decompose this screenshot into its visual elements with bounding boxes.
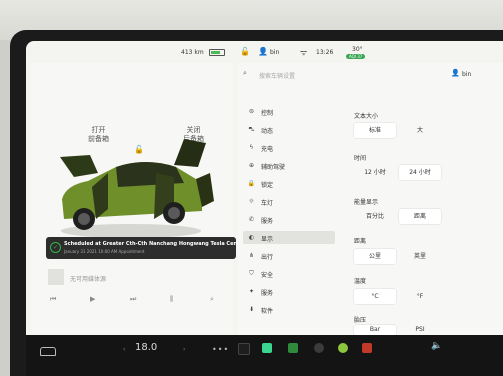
calendar-app-icon[interactable] bbox=[288, 343, 298, 353]
phone-app-icon[interactable] bbox=[262, 343, 272, 353]
front-trunk-action: 打开 bbox=[91, 126, 106, 134]
rear-trunk-action: 关闭 bbox=[186, 126, 201, 134]
distance-unit-label: 距离 bbox=[354, 238, 367, 245]
air-quality-badge: AQI 37 bbox=[346, 54, 366, 59]
shield-icon: ⛉ bbox=[249, 270, 254, 277]
light-icon: ☼ bbox=[248, 198, 255, 205]
more-apps-icon[interactable]: ••• bbox=[212, 345, 229, 354]
temp-down-icon[interactable]: ‹ bbox=[123, 346, 125, 353]
menu-item-autopilot[interactable]: ⊕ 辅助驾驶 bbox=[243, 159, 335, 172]
route-icon: ⋔ bbox=[248, 252, 255, 259]
menu-item-lights[interactable]: ☼ 车灯 bbox=[243, 195, 335, 208]
menu-item-controls[interactable]: ⊜ 控制 bbox=[243, 105, 335, 118]
wifi-icon: ᯤ bbox=[300, 48, 308, 57]
padlock-icon[interactable]: 🔓 bbox=[240, 47, 250, 56]
notification-title: Scheduled at Greater Cth-Cth Nanchang Ho… bbox=[64, 241, 246, 247]
tire-pressure-psi[interactable]: PSI bbox=[399, 325, 441, 335]
settings-panel: ⌕ 搜索车辆设置 👤 bin ⊜ 控制 ⛍ 动态 ϟ 充电 ⊕ 辅助驾驶 🔒 锁定 ☼ 车灯… bbox=[238, 63, 503, 335]
wrench-icon: ✦ bbox=[248, 288, 255, 295]
tire-pressure-label: 胎压 bbox=[354, 317, 367, 324]
clock: 13:26 bbox=[316, 49, 334, 56]
user-icon[interactable]: 👤 bbox=[258, 47, 268, 56]
media-source-label[interactable]: 无可用媒体源 bbox=[70, 274, 106, 283]
media-player: 无可用媒体源 ⏮ ▶ ⏭ ⫼ ⌕ bbox=[46, 269, 234, 309]
menu-item-safety[interactable]: ⛉ 安全 bbox=[243, 267, 335, 280]
album-art bbox=[48, 269, 64, 285]
text-size-standard[interactable]: 标准 bbox=[354, 123, 396, 138]
outside-temp: 30° bbox=[352, 46, 363, 53]
search-placeholder: 搜索车辆设置 bbox=[259, 73, 296, 80]
settings-search[interactable]: ⌕ 搜索车辆设置 bbox=[243, 69, 423, 81]
menu-item-service[interactable]: ✦ 服务 bbox=[243, 285, 335, 298]
energy-distance[interactable]: 距离 bbox=[399, 209, 441, 224]
next-track-icon[interactable]: ⏭ bbox=[130, 295, 136, 304]
car-render[interactable] bbox=[56, 137, 258, 247]
temperature-celsius[interactable]: °C bbox=[354, 289, 396, 304]
car-panel: 打开 前备箱 关闭 后备箱 🔓 ✓ Scheduled at Greater C… bbox=[31, 63, 245, 333]
equalizer-icon[interactable]: ⫼ bbox=[170, 295, 173, 304]
energy-percent[interactable]: 百分比 bbox=[354, 209, 396, 224]
menu-item-display[interactable]: ◐ 显示 bbox=[243, 231, 335, 244]
download-icon: ⬇ bbox=[248, 306, 255, 313]
toybox-app-icon[interactable] bbox=[314, 343, 324, 353]
status-bar: 413 km 🔓 👤 bin ᯤ 13:26 30° AQI 37 bbox=[26, 41, 503, 63]
bolt-icon: ϟ bbox=[249, 144, 254, 151]
cabin-temperature[interactable]: 18.0 bbox=[135, 342, 157, 353]
media-search-icon[interactable]: ⌕ bbox=[210, 295, 214, 304]
previous-track-icon[interactable]: ⏮ bbox=[50, 295, 56, 304]
lock-icon: 🔒 bbox=[247, 180, 256, 187]
play-icon[interactable]: ▶ bbox=[90, 295, 95, 303]
car-settings-icon[interactable] bbox=[40, 347, 56, 356]
time-format-label: 时间 bbox=[354, 155, 367, 162]
menu-item-software[interactable]: ⬇ 软件 bbox=[243, 303, 335, 316]
time-24h[interactable]: 24 小时 bbox=[399, 165, 441, 180]
tire-pressure-bar[interactable]: Bar bbox=[354, 325, 396, 335]
menu-item-trips[interactable]: ⋔ 出行 bbox=[243, 249, 335, 262]
temperature-fahrenheit[interactable]: °F bbox=[399, 289, 441, 304]
display-icon: ◐ bbox=[248, 234, 255, 241]
text-size-large[interactable]: 大 bbox=[399, 123, 441, 138]
energy-display-label: 能量显示 bbox=[354, 199, 379, 206]
menu-item-service-call[interactable]: ✆ 服务 bbox=[243, 213, 335, 226]
menu-item-charging[interactable]: ϟ 充电 bbox=[243, 141, 335, 154]
energy-app-icon[interactable] bbox=[362, 343, 372, 353]
temperature-unit-label: 温度 bbox=[354, 278, 367, 285]
service-notification[interactable]: ✓ Scheduled at Greater Cth-Cth Nanchang … bbox=[46, 237, 245, 259]
volume-icon[interactable]: 🔈 bbox=[431, 341, 442, 351]
search-icon: ⌕ bbox=[243, 69, 247, 77]
check-icon: ✓ bbox=[50, 242, 61, 253]
bottom-dock: ‹ 18.0 › ••• 🔈 bbox=[26, 335, 503, 376]
toggle-icon: ⊜ bbox=[248, 108, 255, 115]
profile-name[interactable]: bin bbox=[462, 71, 471, 78]
distance-km[interactable]: 公里 bbox=[354, 249, 396, 264]
car-icon: ⛍ bbox=[248, 126, 255, 133]
music-app-icon[interactable] bbox=[338, 343, 348, 353]
steering-icon: ⊕ bbox=[248, 162, 255, 169]
range-readout: 413 km bbox=[181, 49, 204, 56]
profile-icon[interactable]: 👤 bbox=[451, 69, 460, 77]
distance-miles[interactable]: 英里 bbox=[399, 249, 441, 264]
notification-subtitle: January 31 2021 10:00 AM Appointment bbox=[64, 249, 145, 254]
touchscreen: 413 km 🔓 👤 bin ᯤ 13:26 30° AQI 37 打开 前备箱… bbox=[26, 41, 503, 335]
time-12h[interactable]: 12 小时 bbox=[354, 165, 396, 180]
temp-up-icon[interactable]: › bbox=[183, 346, 185, 353]
battery-icon bbox=[209, 49, 225, 56]
driver-name[interactable]: bin bbox=[270, 49, 279, 56]
menu-item-locks[interactable]: 🔒 锁定 bbox=[243, 177, 335, 190]
menu-item-dynamics[interactable]: ⛍ 动态 bbox=[243, 123, 335, 136]
camera-app-icon[interactable] bbox=[238, 343, 250, 355]
phone-icon: ✆ bbox=[248, 216, 255, 223]
text-size-label: 文本大小 bbox=[354, 113, 379, 120]
